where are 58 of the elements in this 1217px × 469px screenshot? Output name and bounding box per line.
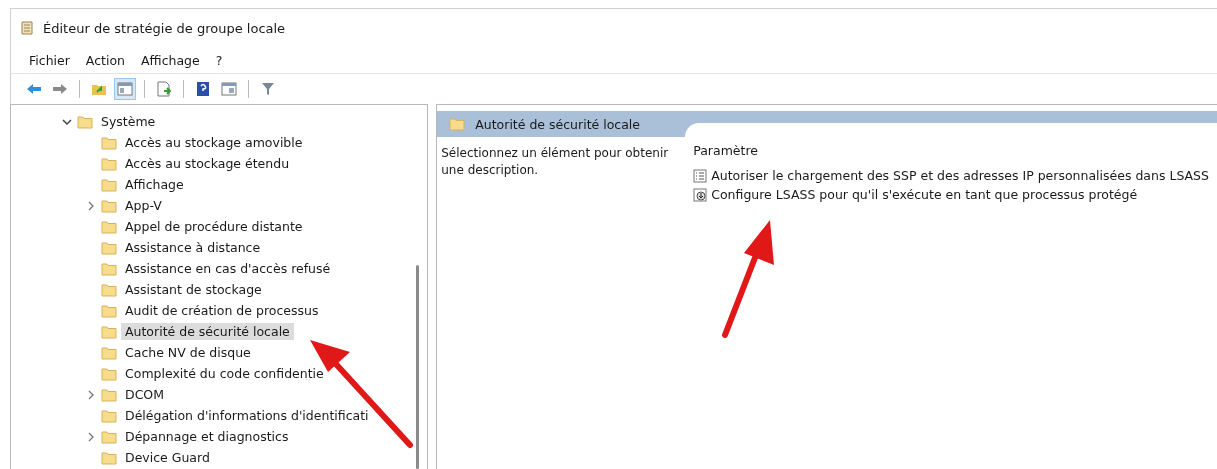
setting-list-icon <box>693 168 708 183</box>
tree-item[interactable]: Assistant de stockage <box>121 281 266 298</box>
setting-item[interactable]: Configure LSASS pour qu'il s'exécute en tant que processus protégé <box>711 187 1138 202</box>
menu-item[interactable]: Fichier <box>29 52 70 68</box>
tree-pane-button[interactable] <box>114 78 136 100</box>
folder-icon <box>101 219 117 234</box>
filter-icon <box>261 81 275 97</box>
tree-item[interactable]: DCOM <box>121 386 168 403</box>
export-list-icon <box>156 81 172 97</box>
folder-icon <box>101 345 117 360</box>
policy-document-icon <box>19 20 35 36</box>
folder-up-icon <box>91 82 107 96</box>
tree-pane-icon <box>117 82 133 96</box>
back-arrow-icon <box>26 83 42 95</box>
tree-item[interactable]: Cache NV de disque <box>121 344 255 361</box>
column-header[interactable]: Paramètre <box>693 143 758 158</box>
folder-icon <box>101 156 117 171</box>
window-title: Éditeur de stratégie de groupe locale <box>43 20 286 36</box>
folder-icon <box>77 114 93 129</box>
folder-icon <box>101 240 117 255</box>
menu-item[interactable]: ? <box>215 52 223 68</box>
pane-view-icon <box>221 82 237 96</box>
tree-item[interactable]: Audit de création de processus <box>121 302 323 319</box>
tree-item[interactable]: App-V <box>121 197 166 214</box>
folder-icon <box>101 261 117 276</box>
menu-item[interactable]: Affichage <box>141 52 200 68</box>
tree-item[interactable]: Accès au stockage amovible <box>121 134 307 151</box>
setting-download-icon <box>693 187 708 202</box>
description-text: Sélectionnez un élément pour obtenir une description. <box>440 145 670 179</box>
folder-icon <box>101 135 117 150</box>
tree-item[interactable]: Accès au stockage étendu <box>121 155 294 172</box>
folder-icon <box>101 177 117 192</box>
folder-icon <box>101 408 117 423</box>
folder-icon <box>101 450 117 465</box>
folder-icon <box>101 282 117 297</box>
tree-item[interactable]: Délégation d'informations d'identificati <box>121 407 373 424</box>
tree-item[interactable]: Complexité du code confidentie <box>121 365 328 382</box>
tree-item[interactable]: Affichage <box>121 176 188 193</box>
tree-item[interactable]: Système <box>97 113 160 130</box>
forward-arrow-icon <box>52 83 68 95</box>
setting-item[interactable]: Autoriser le chargement des SSP et des adresses IP personnalisées dans LSASS <box>711 168 1209 183</box>
tree-item[interactable]: Assistance en cas d'accès refusé <box>121 260 335 277</box>
folder-icon <box>101 366 117 381</box>
tree-item[interactable]: Device Guard <box>121 449 214 466</box>
tree-item[interactable]: Autorité de sécurité locale <box>121 323 294 340</box>
header-title: Autorité de sécurité locale <box>475 116 640 132</box>
tree-item[interactable]: Assistance à distance <box>121 239 265 256</box>
folder-icon <box>101 303 117 318</box>
scrollbar[interactable] <box>416 265 420 469</box>
folder-icon <box>449 117 466 131</box>
tree-item[interactable]: Dépannage et diagnostics <box>121 428 293 445</box>
menu-item[interactable]: Action <box>85 52 125 68</box>
help-icon <box>196 81 210 97</box>
folder-icon <box>101 324 117 339</box>
folder-icon <box>101 387 117 402</box>
folder-icon <box>101 429 117 444</box>
folder-icon <box>101 198 117 213</box>
tree-item[interactable]: Appel de procédure distante <box>121 218 307 235</box>
